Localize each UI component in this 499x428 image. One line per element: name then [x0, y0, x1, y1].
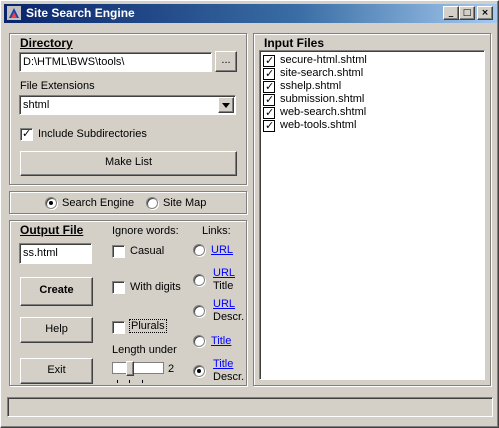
casual-label: Casual [130, 245, 165, 257]
with-digits-label: With digits [130, 281, 181, 293]
ignore-words-label: Ignore words: [112, 225, 179, 237]
casual-checkbox[interactable] [112, 245, 125, 258]
include-subdirectories-label: Include Subdirectories [38, 128, 147, 140]
length-slider[interactable] [112, 361, 164, 376]
checkmark-icon: ✓ [22, 127, 32, 140]
include-subdirectories-checkbox[interactable]: ✓ [20, 127, 33, 141]
close-button[interactable]: × [477, 6, 493, 20]
app-icon [7, 6, 21, 20]
file-extensions-select[interactable]: shtml [19, 95, 236, 115]
output-file-heading: Output File [20, 223, 84, 237]
input-files-list[interactable]: ✓ secure-html.shtml ✓ site-search.shtml … [259, 50, 485, 380]
maximize-icon: □ [462, 8, 472, 18]
checkmark-icon: ✓ [265, 54, 275, 67]
search-engine-radio[interactable] [45, 197, 57, 209]
app-window: Site Search Engine _ □ × Directory D:\HT… [0, 0, 499, 428]
slider-tick [142, 380, 143, 383]
help-button[interactable]: Help [20, 317, 93, 343]
link-url-title-option[interactable]: URL [213, 267, 235, 279]
file-name: secure-html.shtml [280, 54, 367, 66]
file-name: sshelp.shtml [280, 80, 342, 92]
window-title: Site Search Engine [26, 6, 135, 20]
close-icon: × [481, 8, 489, 18]
file-checkbox[interactable]: ✓ [263, 119, 275, 132]
link-title-descr-option[interactable]: Title [213, 358, 233, 370]
link-title-option[interactable]: Title [211, 335, 231, 347]
checkmark-icon: ✓ [265, 93, 275, 106]
file-checkbox[interactable]: ✓ [263, 67, 275, 80]
title-bar[interactable]: Site Search Engine _ □ × [4, 4, 497, 23]
site-map-label: Site Map [163, 197, 207, 209]
radio-selected-dot [197, 369, 201, 373]
file-checkbox[interactable]: ✓ [263, 106, 275, 119]
chevron-down-icon [222, 103, 230, 108]
link-url-radio[interactable] [193, 244, 205, 256]
links-label: Links: [202, 225, 231, 237]
output-file-field[interactable]: ss.html [19, 243, 92, 264]
browse-button[interactable]: ... [215, 51, 237, 72]
slider-tick [117, 380, 118, 383]
link-url-title-radio[interactable] [193, 274, 205, 286]
input-files-heading: Input Files [264, 36, 324, 50]
link-url-option[interactable]: URL [211, 244, 233, 256]
plurals-checkbox[interactable] [112, 321, 125, 334]
file-checkbox[interactable]: ✓ [263, 93, 275, 106]
minimize-button[interactable]: _ [443, 6, 459, 20]
file-name: web-tools.shtml [280, 119, 357, 131]
checkmark-icon: ✓ [265, 80, 275, 93]
checkmark-icon: ✓ [265, 106, 275, 119]
slider-thumb[interactable] [126, 361, 134, 376]
link-title-descr-radio[interactable] [193, 365, 205, 377]
create-button[interactable]: Create [20, 277, 93, 306]
link-title-radio[interactable] [193, 335, 205, 347]
make-list-button[interactable]: Make List [20, 151, 237, 176]
length-under-value: 2 [168, 363, 175, 375]
file-name: submission.shtml [280, 93, 365, 105]
file-name: web-search.shtml [280, 106, 367, 118]
directory-heading: Directory [20, 36, 73, 50]
link-url-descr-radio[interactable] [193, 305, 205, 317]
link-url-descr-option[interactable]: URL [213, 298, 235, 310]
checkmark-icon: ✓ [265, 119, 275, 132]
file-extensions-label: File Extensions [20, 80, 95, 92]
plurals-label: Plurals [129, 319, 167, 333]
with-digits-checkbox[interactable] [112, 281, 125, 294]
link-url-descr-sub: Descr. [213, 311, 245, 323]
dropdown-button[interactable] [218, 97, 234, 113]
checkmark-icon: ✓ [265, 67, 275, 80]
radio-selected-dot [49, 201, 53, 205]
slider-tick [129, 380, 130, 383]
file-name: site-search.shtml [280, 67, 364, 79]
minimize-icon: _ [448, 8, 454, 18]
length-under-label: Length under [112, 344, 177, 356]
link-url-title-sub: Title [213, 280, 234, 292]
status-bar [7, 397, 493, 417]
file-checkbox[interactable]: ✓ [263, 80, 275, 93]
search-engine-label: Search Engine [62, 197, 135, 209]
exit-button[interactable]: Exit [20, 358, 93, 384]
directory-path-field[interactable]: D:\HTML\BWS\tools\ [19, 52, 212, 72]
site-map-radio[interactable] [146, 197, 158, 209]
maximize-button[interactable]: □ [459, 6, 475, 20]
file-checkbox[interactable]: ✓ [263, 54, 275, 67]
link-title-descr-sub: Descr. [213, 371, 245, 383]
file-extensions-value: shtml [23, 99, 50, 111]
